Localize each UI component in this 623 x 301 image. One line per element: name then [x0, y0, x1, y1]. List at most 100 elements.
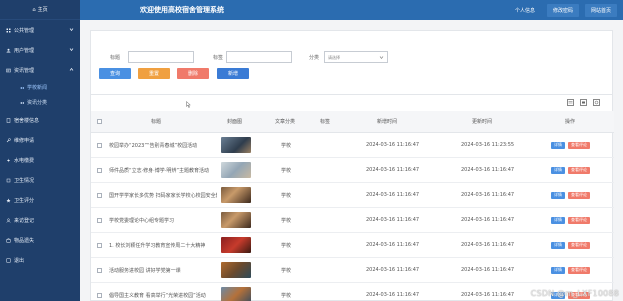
sidebar-item-lost[interactable]: 物品遗失: [0, 230, 80, 250]
cover-image: [221, 237, 251, 253]
cover-image: [221, 212, 251, 228]
table-header: 标题 封面图 文章分类 标签 新增时间 更新时间 操作: [91, 111, 614, 133]
box-icon: [6, 237, 11, 243]
export-icon[interactable]: [593, 99, 600, 106]
cover-image: [221, 262, 251, 278]
detail-button[interactable]: 详情: [551, 241, 565, 249]
tag-input[interactable]: [226, 51, 292, 63]
row-title[interactable]: 师件品质“立志·修身·博学·明辨”主题教育活动: [109, 158, 217, 182]
detail-button[interactable]: 详情: [551, 266, 565, 274]
add-button[interactable]: 新增: [217, 68, 249, 79]
top-links: 个人信息 修改密码 网站首页: [509, 3, 617, 17]
view-comments-button[interactable]: 查看评论: [568, 141, 590, 149]
view-comments-button[interactable]: 查看评论: [568, 216, 590, 224]
row-checkbox[interactable]: [97, 142, 102, 148]
sidebar-item-label: 物品遗失: [14, 237, 35, 244]
search-panel: 标题 标签 分类 请选择 查询 重置 删除 新增: [90, 30, 613, 104]
detail-button[interactable]: 详情: [551, 141, 565, 149]
sidebar-item-hygiene[interactable]: 卫生情况: [0, 170, 80, 190]
sidebar-subitem-label: 资讯分类: [27, 100, 48, 106]
sidebar-item-utility[interactable]: 水电缴费: [0, 150, 80, 170]
chevron-up-icon: [69, 67, 74, 71]
detail-button[interactable]: 详情: [551, 216, 565, 224]
row-category: 学校: [281, 142, 292, 149]
row-checkbox[interactable]: [97, 167, 102, 173]
main-content: 标题 标签 分类 请选择 查询 重置 删除 新增 标题 封面图 文章分类 标签 …: [80, 20, 623, 301]
sidebar: ⌂ 主页 公共管理 用户管理 资讯管理 ◂◂ 学校新闻 ◂◂ 资讯分类 宿舍楼信…: [0, 0, 80, 301]
site-home-link[interactable]: 网站首页: [584, 3, 617, 17]
reset-button[interactable]: 重置: [138, 68, 170, 79]
sidebar-item-label: 维修申请: [14, 137, 35, 144]
row-category: 学校: [281, 192, 292, 199]
view-comments-button[interactable]: 查看评论: [568, 166, 590, 174]
title-input[interactable]: [128, 51, 194, 63]
sidebar-item-public[interactable]: 公共管理: [0, 20, 80, 40]
query-button[interactable]: 查询: [99, 68, 131, 79]
bolt-icon: [6, 158, 11, 163]
building-icon: [6, 117, 11, 123]
row-created: 2024-03-16 11:16:47: [366, 292, 420, 298]
row-title[interactable]: 学校党委理论中心组专题学习: [109, 208, 217, 232]
table-row: 学校党委理论中心组专题学习 学校 2024-03-16 11:16:47 202…: [91, 208, 614, 233]
sidebar-item-visitor[interactable]: 来访登记: [0, 210, 80, 230]
chevron-down-icon: [69, 28, 74, 32]
sidebar-item-label: 用户管理: [14, 47, 35, 54]
view-comments-button[interactable]: 查看评论: [568, 266, 590, 274]
mouse-cursor-icon: [186, 101, 191, 108]
row-title[interactable]: 活动服务进校园 讲好学党第一课: [109, 258, 217, 282]
sidebar-item-label: 资讯管理: [14, 67, 35, 74]
row-updated: 2024-03-16 11:16:47: [461, 292, 515, 298]
double-arrow-icon: ◂◂: [20, 100, 25, 105]
row-updated: 2024-03-16 11:16:47: [461, 192, 515, 198]
sidebar-subitem-news-category[interactable]: ◂◂ 资讯分类: [0, 95, 80, 110]
header-cover: 封面图: [227, 119, 243, 125]
news-table: 标题 封面图 文章分类 标签 新增时间 更新时间 操作 校园举办“2023”“告…: [90, 94, 614, 301]
view-comments-button[interactable]: 查看评论: [568, 191, 590, 199]
print-icon[interactable]: [580, 99, 587, 106]
sidebar-item-score[interactable]: 卫生评分: [0, 190, 80, 210]
row-title[interactable]: 国开学学家长多优势 扫码家家长学校心校园安全教育: [109, 183, 217, 207]
table-row: 国开学学家长多优势 扫码家家长学校心校园安全教育 学校 2024-03-16 1…: [91, 183, 614, 208]
sidebar-subitem-school-news[interactable]: ◂◂ 学校新闻: [0, 80, 80, 95]
row-title[interactable]: 倡导国主义教育 看高举行“光荣进校园”活动: [109, 283, 217, 301]
row-created: 2024-03-16 11:16:47: [366, 142, 420, 148]
row-checkbox[interactable]: [97, 217, 102, 223]
sidebar-home[interactable]: ⌂ 主页: [0, 0, 80, 20]
sidebar-item-news[interactable]: 资讯管理: [0, 60, 80, 80]
row-checkbox[interactable]: [97, 267, 102, 273]
sidebar-item-label: 退出: [14, 257, 25, 264]
row-updated: 2024-03-16 11:16:47: [461, 217, 515, 223]
sidebar-item-label: 来访登记: [14, 217, 35, 224]
select-all-checkbox[interactable]: [97, 119, 102, 124]
detail-button[interactable]: 详情: [551, 166, 565, 174]
delete-button[interactable]: 删除: [177, 68, 209, 79]
user-icon: [6, 48, 11, 53]
header-created: 新增时间: [377, 119, 398, 125]
sidebar-home-label: 主页: [37, 7, 48, 13]
row-updated: 2024-03-16 11:23:55: [461, 142, 515, 148]
sidebar-item-users[interactable]: 用户管理: [0, 40, 80, 60]
logout-icon: [6, 258, 11, 263]
sidebar-item-label: 公共管理: [14, 27, 35, 34]
row-title[interactable]: 校园举办“2023”“告别青春城”校园活动: [109, 133, 217, 157]
sidebar-item-repair[interactable]: 维修申请: [0, 130, 80, 150]
row-category: 学校: [281, 167, 292, 174]
chevron-down-icon: [69, 48, 74, 52]
view-comments-button[interactable]: 查看评论: [568, 241, 590, 249]
row-checkbox[interactable]: [97, 292, 102, 298]
profile-link[interactable]: 个人信息: [509, 4, 541, 17]
row-title[interactable]: 1. 校长刘颖任升学习教育宣传周二十大精神: [109, 233, 217, 257]
header-title: 标题: [151, 119, 162, 125]
row-created: 2024-03-16 11:16:47: [366, 217, 420, 223]
sidebar-item-dorm[interactable]: 宿舍楼信息: [0, 110, 80, 130]
row-checkbox[interactable]: [97, 192, 102, 198]
detail-button[interactable]: 详情: [551, 191, 565, 199]
cover-image: [221, 162, 251, 178]
category-select[interactable]: 请选择: [324, 51, 388, 63]
sidebar-item-logout[interactable]: 退出: [0, 250, 80, 270]
chevron-down-icon: [379, 56, 384, 60]
row-created: 2024-03-16 11:16:47: [366, 167, 420, 173]
columns-icon[interactable]: [567, 99, 574, 106]
row-checkbox[interactable]: [97, 242, 102, 248]
change-password-link[interactable]: 修改密码: [546, 3, 579, 17]
